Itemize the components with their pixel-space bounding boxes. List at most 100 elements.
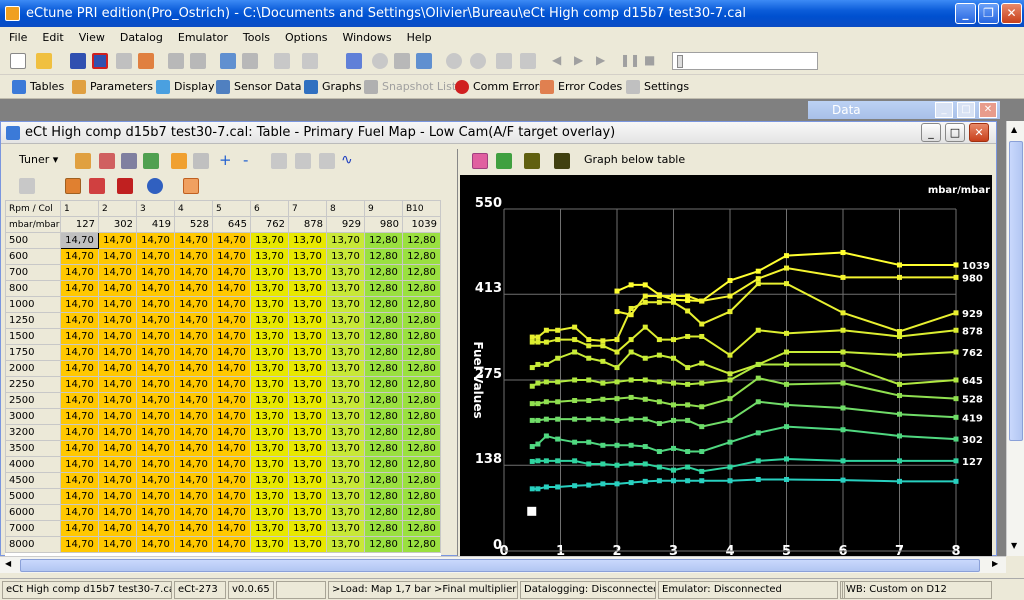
- fuel-map-cell[interactable]: 14,70: [60, 408, 99, 425]
- fuel-map-cell[interactable]: 13,70: [288, 312, 327, 329]
- fuel-map-cell[interactable]: 13,70: [288, 296, 327, 313]
- fuel-map-cell[interactable]: 13,70: [326, 472, 365, 489]
- rpm-row-header[interactable]: 2500: [5, 392, 61, 409]
- fuel-map-cell[interactable]: 14,70: [98, 376, 137, 393]
- target-2-icon[interactable]: [89, 178, 105, 194]
- fuel-map-cell[interactable]: 14,70: [136, 408, 175, 425]
- fuel-map-cell[interactable]: 13,70: [250, 488, 289, 505]
- merge-icon[interactable]: [190, 53, 206, 69]
- fuel-map-cell[interactable]: 12,80: [402, 248, 441, 265]
- fuel-map-cell[interactable]: 12,80: [364, 344, 403, 361]
- target-icon[interactable]: [65, 178, 81, 194]
- fuel-map-cell[interactable]: 14,70: [98, 232, 137, 249]
- menu-datalog[interactable]: Datalog: [111, 27, 169, 44]
- fuel-map-cell[interactable]: 14,70: [60, 312, 99, 329]
- fuel-map-cell[interactable]: 14,70: [174, 520, 213, 537]
- fuel-map-cell[interactable]: 13,70: [288, 264, 327, 281]
- fuel-map-cell[interactable]: 14,70: [174, 344, 213, 361]
- toolbar-parameters-button[interactable]: Parameters: [72, 79, 153, 95]
- fuel-map-cell[interactable]: 14,70: [98, 456, 137, 473]
- fuel-map-cell[interactable]: 12,80: [402, 536, 441, 553]
- fuel-map-cell[interactable]: 12,80: [364, 312, 403, 329]
- fuel-map-cell[interactable]: 13,70: [326, 328, 365, 345]
- scroll-right-icon[interactable]: ▶: [992, 559, 998, 568]
- menu-file[interactable]: File: [0, 27, 33, 44]
- fuel-map-cell[interactable]: 12,80: [364, 280, 403, 297]
- fuel-map-cell[interactable]: 13,70: [326, 456, 365, 473]
- column-mbar-header[interactable]: 878: [288, 216, 327, 233]
- fuel-map-cell[interactable]: 13,70: [326, 232, 365, 249]
- fuel-map-cell[interactable]: 13,70: [326, 408, 365, 425]
- fuel-map-cell[interactable]: 14,70: [136, 520, 175, 537]
- search-icon[interactable]: [470, 53, 486, 69]
- fuel-map-cell[interactable]: 13,70: [250, 232, 289, 249]
- fuel-map-cell[interactable]: 12,80: [364, 360, 403, 377]
- fuel-map-cell[interactable]: 12,80: [402, 392, 441, 409]
- column-index[interactable]: 4: [174, 200, 213, 217]
- rpm-row-header[interactable]: 700: [5, 264, 61, 281]
- column-index[interactable]: 2: [98, 200, 137, 217]
- rpm-row-header[interactable]: 5000: [5, 488, 61, 505]
- fuel-map-cell[interactable]: 13,70: [250, 296, 289, 313]
- fuel-map-cell[interactable]: 14,70: [98, 248, 137, 265]
- fuel-map-cell[interactable]: 13,70: [288, 472, 327, 489]
- gauge-icon[interactable]: [147, 178, 163, 194]
- fuel-map-cell[interactable]: 14,70: [212, 392, 251, 409]
- fuel-map-cell[interactable]: 13,70: [326, 488, 365, 505]
- fuel-map-cell[interactable]: 14,70: [212, 472, 251, 489]
- slider-knob[interactable]: [677, 55, 683, 68]
- fuel-map-cell[interactable]: 13,70: [250, 280, 289, 297]
- fuel-map-cell[interactable]: 14,70: [60, 360, 99, 377]
- fuel-map-cell[interactable]: 12,80: [364, 376, 403, 393]
- increase-icon[interactable]: +: [219, 153, 235, 169]
- column-mbar-header[interactable]: 127: [60, 216, 99, 233]
- fuel-map-cell[interactable]: 14,70: [136, 440, 175, 457]
- fuel-map-cell[interactable]: 13,70: [250, 344, 289, 361]
- rpm-row-header[interactable]: 2250: [5, 376, 61, 393]
- fuel-map-cell[interactable]: 14,70: [174, 264, 213, 281]
- fuel-map-cell[interactable]: 12,80: [364, 296, 403, 313]
- fuel-map-cell[interactable]: 14,70: [60, 232, 99, 249]
- upload-icon[interactable]: [394, 53, 410, 69]
- rpm-row-header[interactable]: 7000: [5, 520, 61, 537]
- fuel-map-cell[interactable]: 14,70: [174, 408, 213, 425]
- fuel-map-cell[interactable]: 12,80: [364, 264, 403, 281]
- rpm-row-header[interactable]: 6000: [5, 504, 61, 521]
- fuel-map-cell[interactable]: 14,70: [60, 424, 99, 441]
- fuel-map-cell[interactable]: 12,80: [364, 536, 403, 553]
- horizontal-scrollbar[interactable]: ◀ ▶: [0, 556, 1006, 573]
- fuel-map-cell[interactable]: 13,70: [250, 520, 289, 537]
- fuel-map-cell[interactable]: 13,70: [288, 232, 327, 249]
- column-mbar-header[interactable]: 528: [174, 216, 213, 233]
- rpm-row-header[interactable]: 3200: [5, 424, 61, 441]
- child-maximize-button[interactable]: □: [945, 123, 965, 142]
- fuel-map-cell[interactable]: 12,80: [364, 456, 403, 473]
- menu-view[interactable]: View: [70, 27, 111, 44]
- toolbar-settings-button[interactable]: Settings: [626, 79, 689, 95]
- fuel-map-cell[interactable]: 12,80: [402, 328, 441, 345]
- fuel-map-cell[interactable]: 13,70: [288, 488, 327, 505]
- fuel-map-cell[interactable]: 14,70: [136, 264, 175, 281]
- rpm-row-header[interactable]: 8000: [5, 536, 61, 553]
- fuel-map-cell[interactable]: 13,70: [326, 504, 365, 521]
- fuel-map-cell[interactable]: 14,70: [60, 536, 99, 553]
- fuel-map-cell[interactable]: 14,70: [174, 312, 213, 329]
- fuel-map-cell[interactable]: 12,80: [402, 264, 441, 281]
- fuel-map-cell[interactable]: 14,70: [98, 472, 137, 489]
- fuel-map-cell[interactable]: 12,80: [402, 360, 441, 377]
- graph-3d-icon[interactable]: [472, 153, 488, 169]
- fuel-map-cell[interactable]: 13,70: [288, 456, 327, 473]
- fuel-map-cell[interactable]: 14,70: [60, 376, 99, 393]
- fuel-map-cell[interactable]: 14,70: [136, 280, 175, 297]
- fuel-map-cell[interactable]: 14,70: [136, 504, 175, 521]
- fuel-map-cell[interactable]: 14,70: [98, 408, 137, 425]
- fuel-map-cell[interactable]: 14,70: [98, 280, 137, 297]
- fuel-map-cell[interactable]: 14,70: [212, 536, 251, 553]
- fuel-map-cell[interactable]: 14,70: [98, 312, 137, 329]
- fuel-map-cell[interactable]: 14,70: [136, 360, 175, 377]
- fuel-map-cell[interactable]: 13,70: [288, 408, 327, 425]
- rpm-row-header[interactable]: 1750: [5, 344, 61, 361]
- previous-icon[interactable]: ◀: [552, 53, 568, 69]
- rpm-row-header[interactable]: 4500: [5, 472, 61, 489]
- minimize-button[interactable]: _: [955, 3, 976, 24]
